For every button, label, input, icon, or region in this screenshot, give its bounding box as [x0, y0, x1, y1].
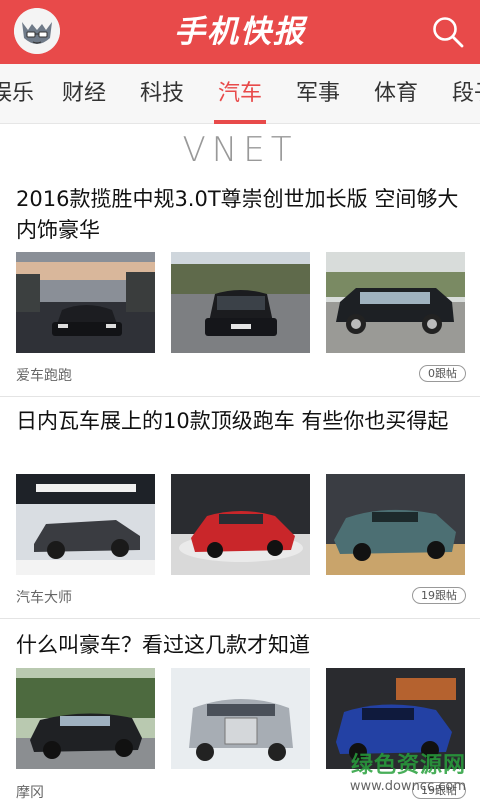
article-thumbnail[interactable]: [171, 474, 310, 575]
article-thumbnail[interactable]: [16, 474, 155, 575]
article-title[interactable]: 日内瓦车展上的10款顶级跑车 有些你也买得起: [16, 406, 468, 437]
app-title: 手机快报: [174, 14, 306, 50]
article-title[interactable]: 2016款揽胜中规3.0T尊崇创世加长版 空间够大 内饰豪华: [16, 184, 468, 246]
article-source: 摩冈: [16, 785, 44, 800]
watermark-url: www.downcc.com: [349, 779, 466, 794]
tab-jokes[interactable]: 段子: [452, 64, 480, 123]
tab-finance[interactable]: 财经: [62, 64, 106, 123]
tab-entertainment[interactable]: 娱乐: [0, 64, 34, 123]
tab-tech[interactable]: 科技: [140, 64, 184, 123]
app-header: 手机快报: [0, 0, 480, 64]
app-screen: 手机快报 娱乐 财经 科技 汽车 军事 体育 段子 VNET 2016款揽胜中规…: [0, 0, 480, 800]
article-thumbnail[interactable]: [326, 252, 465, 353]
brand-logo: VNET: [182, 130, 298, 170]
site-watermark: 绿色资源网 www.downcc.com: [350, 747, 466, 794]
article-thumbnail[interactable]: [326, 474, 465, 575]
divider: [0, 396, 480, 397]
tab-auto[interactable]: 汽车: [218, 64, 262, 123]
search-icon[interactable]: [430, 14, 466, 50]
article-thumbnail[interactable]: [171, 668, 310, 769]
tab-military[interactable]: 军事: [296, 64, 340, 123]
article-thumbnail[interactable]: [16, 252, 155, 353]
watermark-main: 绿色资源网: [350, 753, 466, 778]
active-tab-indicator: [214, 120, 266, 124]
article-thumbnail[interactable]: [16, 668, 155, 769]
article-source: 汽车大师: [16, 590, 72, 606]
list-item[interactable]: 2016款揽胜中规3.0T尊崇创世加长版 空间够大 内饰豪华 爱车跑跑 0跟帖: [0, 184, 480, 396]
list-item[interactable]: 日内瓦车展上的10款顶级跑车 有些你也买得起 汽车大师 19跟帖: [0, 406, 480, 620]
article-source: 爱车跑跑: [16, 368, 72, 384]
article-title[interactable]: 什么叫豪车？看过这几款才知道: [16, 630, 468, 661]
avatar-icon[interactable]: [14, 8, 60, 54]
reply-count-badge: 0跟帖: [419, 365, 466, 382]
article-thumbnail[interactable]: [171, 252, 310, 353]
reply-count-badge: 19跟帖: [412, 587, 466, 604]
tab-sports[interactable]: 体育: [374, 64, 418, 123]
category-tabs: 娱乐 财经 科技 汽车 军事 体育 段子: [0, 64, 480, 124]
divider: [0, 618, 480, 619]
